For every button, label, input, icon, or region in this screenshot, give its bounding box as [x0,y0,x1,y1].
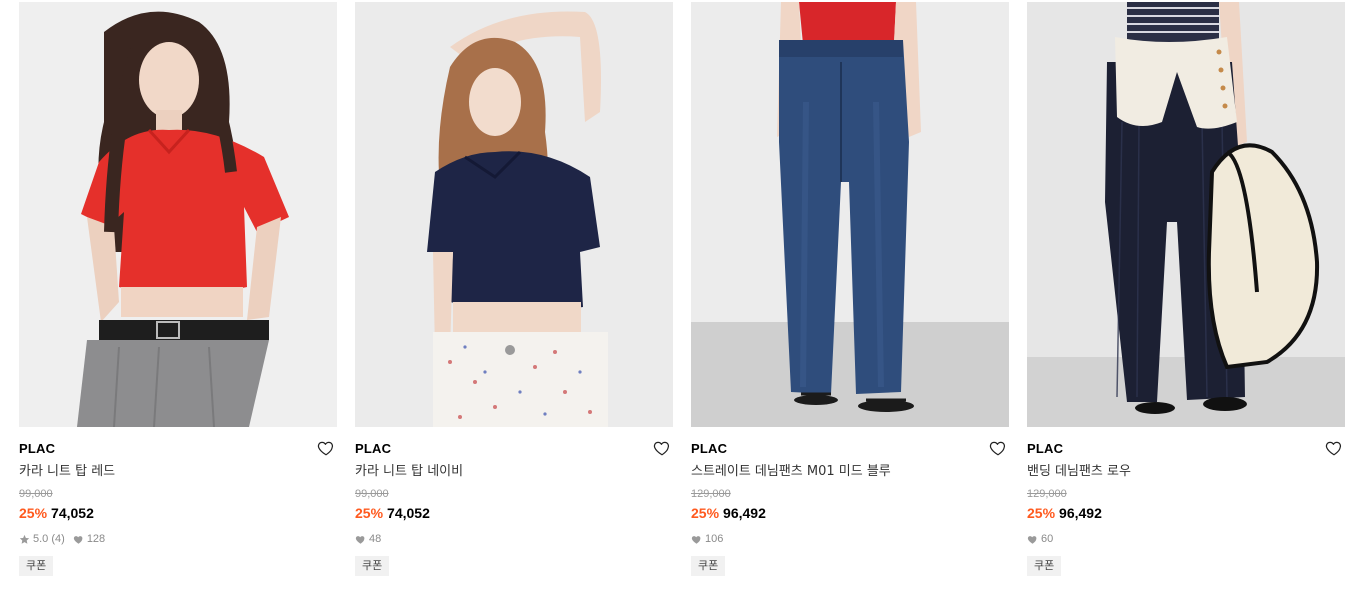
discount-rate: 25% [691,505,720,521]
discount-rate: 25% [1027,505,1056,521]
brand-name[interactable]: PLAC [355,441,391,456]
sale-price: 96,492 [723,505,766,521]
heart-filled-icon [355,535,365,544]
product-image[interactable] [1027,2,1345,427]
star-icon [19,534,30,544]
likes-group: 128 [73,532,105,546]
likes-group: 48 [355,532,381,546]
like-count: 106 [705,533,724,545]
meta-row: 106 [691,532,1009,546]
sale-price: 96,492 [1059,505,1102,521]
rating-value: 5.0 [33,533,49,545]
brand-name[interactable]: PLAC [691,441,727,456]
discount-rate: 25% [355,505,384,521]
product-name[interactable]: 카라 니트 탑 네이비 [355,463,673,481]
product-image[interactable] [691,2,1009,427]
original-price: 99,000 [19,488,53,500]
original-price: 99,000 [355,488,389,500]
heart-outline-icon[interactable] [653,439,671,457]
heart-filled-icon [691,535,701,544]
model-red-knit-top-image [19,2,337,427]
meta-row: 5.0 (4) 128 [19,532,337,546]
product-image[interactable] [19,2,337,427]
product-card[interactable]: PLAC 밴딩 데님팬츠 로우 129,000 25% 96,492 60 쿠폰 [1027,2,1345,576]
original-price: 129,000 [691,488,731,500]
price-row: 25% 96,492 [1027,504,1345,522]
brand-row: PLAC [1027,440,1345,458]
product-name[interactable]: 밴딩 데님팬츠 로우 [1027,463,1345,481]
product-grid: PLAC 카라 니트 탑 레드 99,000 25% 74,052 5.0 (4)… [0,0,1362,609]
product-card[interactable]: PLAC 스트레이트 데님팬츠 M01 미드 블루 129,000 25% 96,… [691,2,1009,576]
coupon-badge: 쿠폰 [691,556,726,576]
price-row: 25% 74,052 [19,504,337,522]
discount-rate: 25% [19,505,48,521]
product-card[interactable]: PLAC 카라 니트 탑 네이비 99,000 25% 74,052 48 쿠폰 [355,2,673,576]
brand-row: PLAC [355,440,673,458]
price-row: 25% 96,492 [691,504,1009,522]
heart-outline-icon[interactable] [989,439,1007,457]
brand-name[interactable]: PLAC [1027,441,1063,456]
likes-group: 60 [1027,532,1053,546]
like-count: 60 [1041,533,1054,545]
review-count: (4) [51,533,65,545]
heart-filled-icon [73,535,83,544]
model-raw-denim-wide-image [1027,2,1345,427]
meta-row: 60 [1027,532,1345,546]
product-name[interactable]: 스트레이트 데님팬츠 M01 미드 블루 [691,463,1009,481]
model-mid-blue-denim-image [691,2,1009,427]
like-count: 128 [86,533,106,545]
heart-outline-icon[interactable] [317,439,335,457]
brand-row: PLAC [691,440,1009,458]
rating-group: 5.0 (4) [19,532,65,546]
coupon-badge: 쿠폰 [1027,556,1062,576]
product-card[interactable]: PLAC 카라 니트 탑 레드 99,000 25% 74,052 5.0 (4)… [19,2,337,576]
like-count: 48 [369,533,382,545]
sale-price: 74,052 [387,505,430,521]
heart-outline-icon[interactable] [1325,439,1343,457]
sale-price: 74,052 [51,505,94,521]
model-navy-knit-top-image [355,2,673,427]
product-name[interactable]: 카라 니트 탑 레드 [19,463,337,481]
likes-group: 106 [691,532,723,546]
coupon-badge: 쿠폰 [19,556,54,576]
product-image[interactable] [355,2,673,427]
original-price: 129,000 [1027,488,1067,500]
meta-row: 48 [355,532,673,546]
heart-filled-icon [1027,535,1037,544]
price-row: 25% 74,052 [355,504,673,522]
brand-name[interactable]: PLAC [19,441,55,456]
brand-row: PLAC [19,440,337,458]
coupon-badge: 쿠폰 [355,556,390,576]
